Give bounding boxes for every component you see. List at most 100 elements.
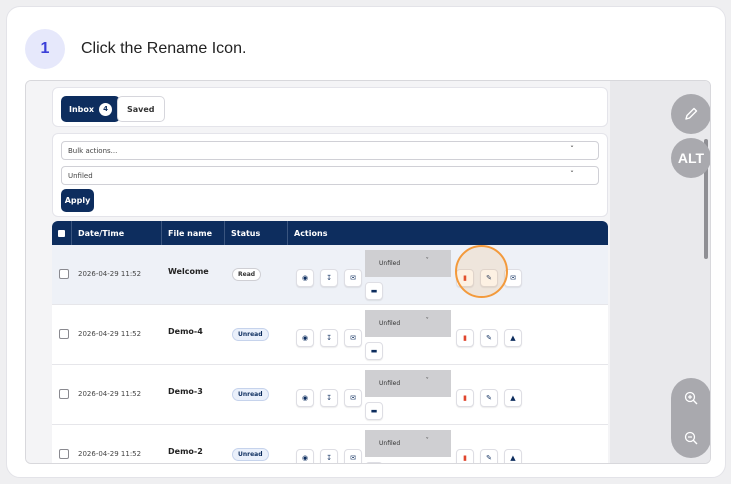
mail-icon: ✉ bbox=[350, 454, 356, 462]
click-target-highlight bbox=[455, 245, 508, 298]
eye-icon: ◉ bbox=[301, 334, 309, 342]
eye-icon: ◉ bbox=[301, 454, 309, 462]
pencil-icon bbox=[685, 107, 698, 120]
move-icon: ▬ bbox=[370, 347, 378, 355]
trash-icon: ▮ bbox=[463, 394, 467, 402]
email-button[interactable]: ✉ bbox=[344, 329, 362, 347]
view-button[interactable]: ◉ bbox=[296, 389, 314, 407]
row-checkbox[interactable] bbox=[59, 449, 69, 459]
trash-icon: ▮ bbox=[463, 334, 467, 342]
email-button[interactable]: ✉ bbox=[344, 449, 362, 463]
move-button[interactable]: ▬ bbox=[365, 282, 383, 300]
view-button[interactable]: ◉ bbox=[296, 329, 314, 347]
delete-button[interactable]: ▮ bbox=[456, 329, 474, 347]
move-folder-select[interactable]: Unfiled ˇ bbox=[365, 310, 451, 337]
row-checkbox[interactable] bbox=[59, 389, 69, 399]
mail-icon: ✉ bbox=[350, 274, 356, 282]
delete-button[interactable]: ▮ bbox=[456, 389, 474, 407]
select-all-checkbox[interactable] bbox=[58, 229, 65, 237]
header-status[interactable]: Status bbox=[231, 221, 260, 245]
step-number-badge: 1 bbox=[25, 29, 65, 69]
trash-icon: ▮ bbox=[463, 454, 467, 462]
annotate-button[interactable] bbox=[671, 94, 710, 134]
status-badge: Read bbox=[232, 268, 262, 281]
view-button[interactable]: ◉ bbox=[296, 269, 314, 287]
move-button[interactable]: ▬ bbox=[365, 342, 383, 360]
chevron-down-icon: ˇ bbox=[425, 377, 430, 385]
view-button[interactable]: ◉ bbox=[296, 449, 314, 463]
zoom-in-icon[interactable] bbox=[683, 390, 699, 406]
email-button[interactable]: ✉ bbox=[344, 269, 362, 287]
row-date: 2026-04-29 11:52 bbox=[78, 270, 142, 278]
folder-filter-value: Unfiled bbox=[68, 171, 93, 180]
rename-button[interactable]: ✎ bbox=[480, 329, 498, 347]
chevron-down-icon: ˇ bbox=[570, 170, 574, 179]
move-folder-select[interactable]: Unfiled ˇ bbox=[365, 250, 451, 277]
row-date: 2026-04-29 11:52 bbox=[78, 450, 142, 458]
row-checkbox[interactable] bbox=[59, 329, 69, 339]
header-date[interactable]: Date/Time bbox=[78, 221, 124, 245]
chevron-down-icon: ˇ bbox=[570, 145, 574, 154]
rename-button[interactable]: ✎ bbox=[480, 449, 498, 463]
zoom-controls bbox=[671, 378, 710, 458]
move-button[interactable]: ▬ bbox=[365, 402, 383, 420]
download-button[interactable]: ↧ bbox=[320, 449, 338, 463]
table-row: 2026-04-29 11:52 Welcome Read ◉ ↧ ✉ Unfi… bbox=[52, 245, 608, 305]
zoom-out-icon[interactable] bbox=[683, 430, 699, 446]
status-badge: Unread bbox=[232, 448, 269, 461]
delete-button[interactable]: ▮ bbox=[456, 449, 474, 463]
rename-button[interactable]: ✎ bbox=[480, 389, 498, 407]
header-actions: Actions bbox=[294, 228, 328, 238]
download-icon: ↧ bbox=[326, 274, 332, 282]
bulk-actions-value: Bulk actions... bbox=[68, 146, 118, 155]
move-icon: ▲ bbox=[510, 334, 516, 342]
move-folder-value: Unfiled bbox=[379, 380, 401, 387]
table-row: 2026-04-29 11:52 Demo-2 Unread ◉ ↧ ✉ Unf… bbox=[52, 425, 608, 463]
rename-icon: ✎ bbox=[486, 334, 492, 342]
apply-button[interactable]: Apply bbox=[61, 189, 94, 212]
download-button[interactable]: ↧ bbox=[320, 329, 338, 347]
status-badge: Unread bbox=[232, 388, 269, 401]
tab-inbox[interactable]: Inbox 4 bbox=[61, 96, 121, 122]
move-to-button[interactable]: ▲ bbox=[504, 449, 522, 463]
folder-filter-select[interactable]: Unfiled ˇ bbox=[61, 166, 599, 185]
status-badge: Unread bbox=[232, 328, 269, 341]
table-row: 2026-04-29 11:52 Demo-4 Unread ◉ ↧ ✉ Unf… bbox=[52, 305, 608, 365]
chevron-down-icon: ˇ bbox=[425, 257, 430, 265]
screenshot-viewport: Inbox 4 Saved Bulk actions... ˇ Unfiled … bbox=[25, 80, 711, 464]
header-file-name[interactable]: File name bbox=[168, 221, 212, 245]
move-folder-select[interactable]: Unfiled ˇ bbox=[365, 370, 451, 397]
row-file-name: Demo-2 bbox=[168, 447, 203, 456]
move-icon: ▲ bbox=[510, 394, 516, 402]
mail-icon: ✉ bbox=[510, 274, 516, 282]
eye-icon: ◉ bbox=[301, 274, 309, 282]
table-row: 2026-04-29 11:52 Demo-3 Unread ◉ ↧ ✉ Unf… bbox=[52, 365, 608, 425]
move-to-button[interactable]: ▲ bbox=[504, 329, 522, 347]
move-folder-select[interactable]: Unfiled ˇ bbox=[365, 430, 451, 457]
move-folder-value: Unfiled bbox=[379, 440, 401, 447]
download-button[interactable]: ↧ bbox=[320, 389, 338, 407]
step-header: 1 Click the Rename Icon. bbox=[25, 29, 246, 69]
alt-text-button[interactable]: ALT bbox=[671, 138, 710, 178]
rename-icon: ✎ bbox=[486, 454, 492, 462]
download-icon: ↧ bbox=[326, 454, 332, 462]
files-table: Date/Time File name Status Actions 2026-… bbox=[52, 221, 608, 463]
chevron-down-icon: ˇ bbox=[425, 437, 430, 445]
email-button[interactable]: ✉ bbox=[344, 389, 362, 407]
row-checkbox[interactable] bbox=[59, 269, 69, 279]
folder-tabs: Inbox 4 Saved bbox=[52, 87, 608, 127]
tab-saved[interactable]: Saved bbox=[117, 96, 165, 122]
move-folder-value: Unfiled bbox=[379, 320, 401, 327]
download-button[interactable]: ↧ bbox=[320, 269, 338, 287]
move-button[interactable]: ▬ bbox=[365, 462, 383, 463]
move-icon: ▬ bbox=[370, 287, 378, 295]
select-all-column bbox=[58, 221, 65, 245]
row-date: 2026-04-29 11:52 bbox=[78, 390, 142, 398]
row-file-name: Demo-3 bbox=[168, 387, 203, 396]
app-area: Inbox 4 Saved Bulk actions... ˇ Unfiled … bbox=[26, 81, 610, 463]
move-icon: ▲ bbox=[510, 454, 516, 462]
mail-icon: ✉ bbox=[350, 394, 356, 402]
move-to-button[interactable]: ▲ bbox=[504, 389, 522, 407]
bulk-actions-select[interactable]: Bulk actions... ˇ bbox=[61, 141, 599, 160]
chevron-down-icon: ˇ bbox=[425, 317, 430, 325]
